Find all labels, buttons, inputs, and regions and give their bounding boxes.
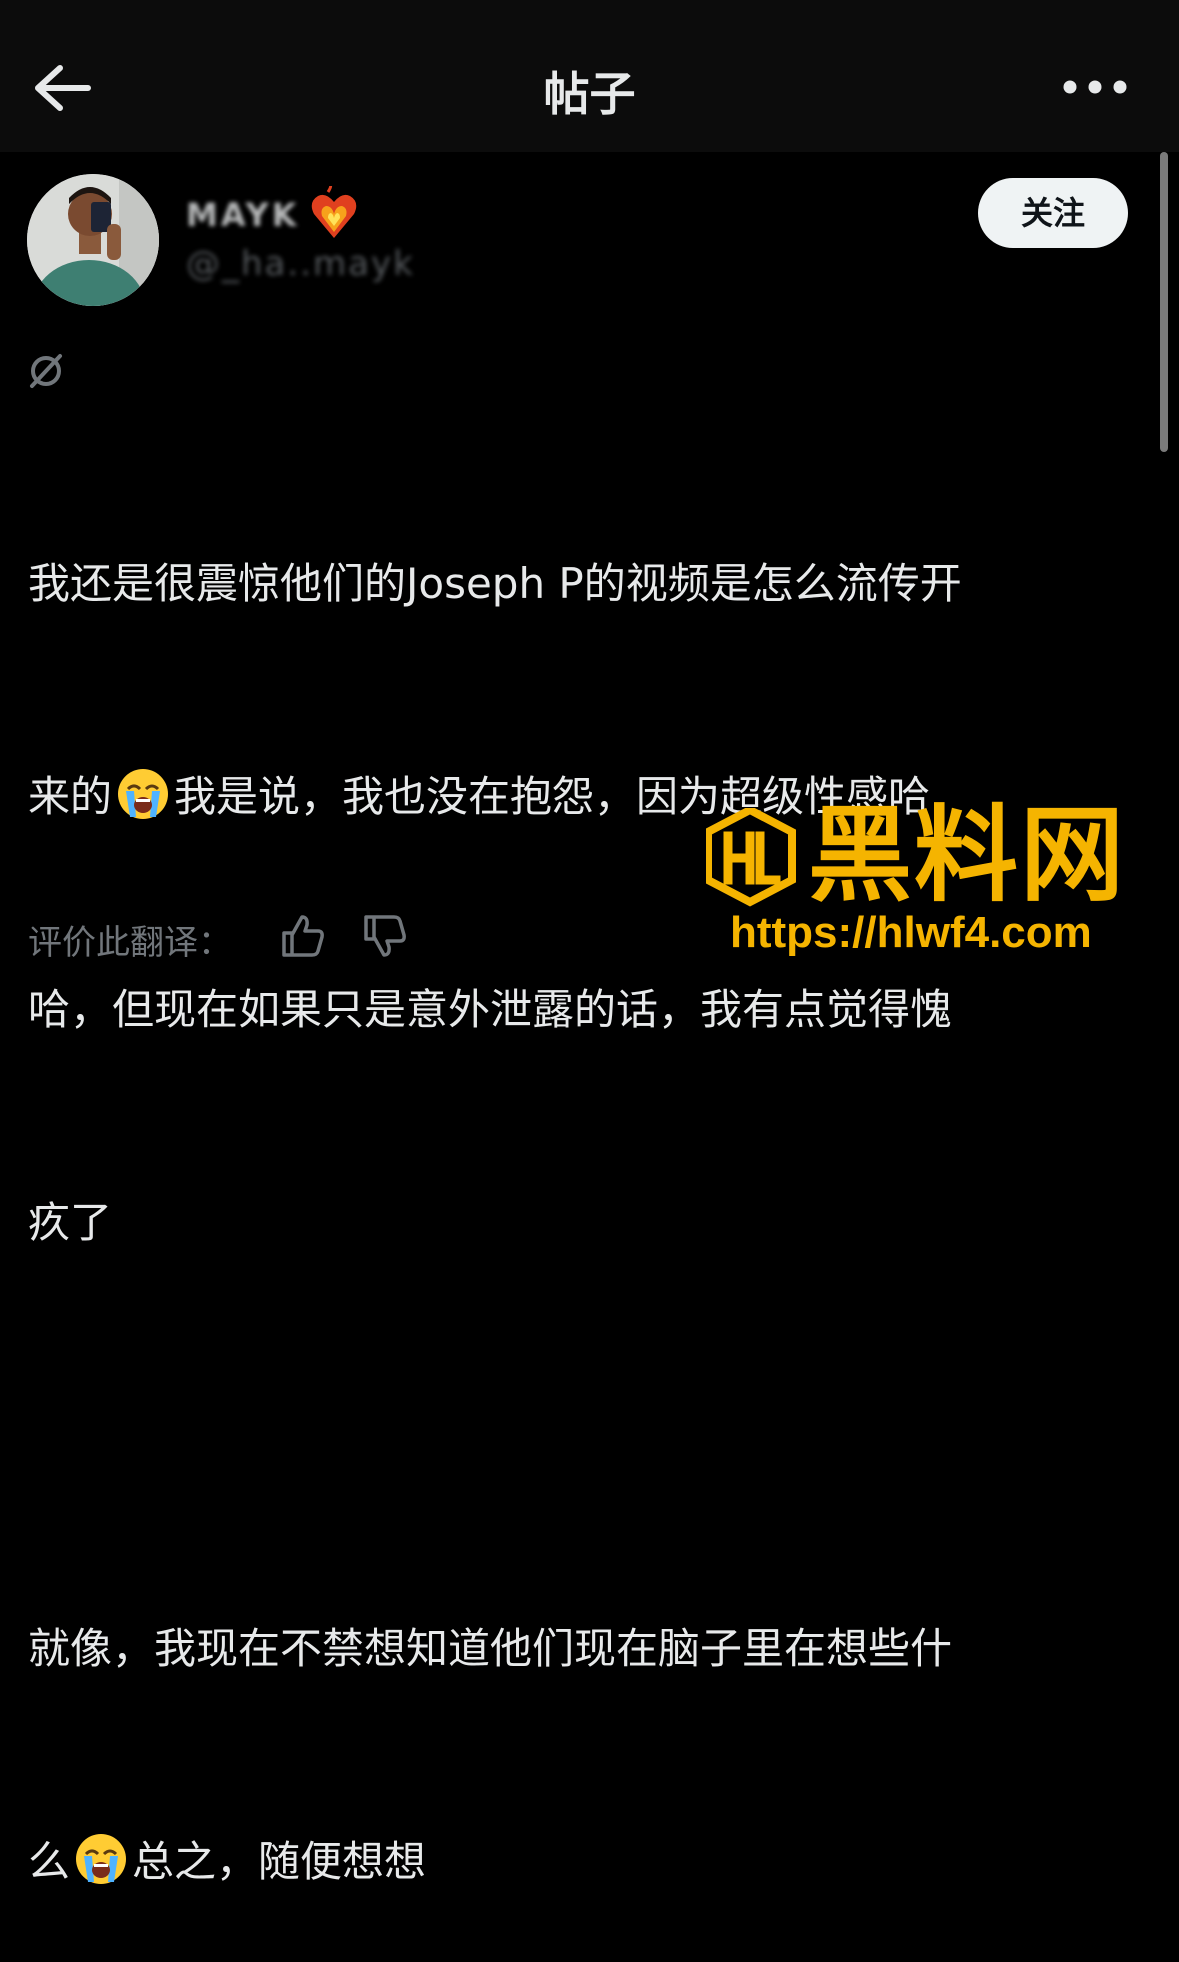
watermark-domain: https://hlwf4.com	[730, 908, 1092, 957]
post-line: 就像，我现在不禁想知道他们现在脑子里在想些什	[28, 1624, 953, 1673]
display-name[interactable]: MAYK	[186, 196, 300, 234]
page-title: 帖子	[543, 67, 636, 121]
post-line: 么 总之，随便想想	[28, 1826, 1158, 1897]
post-line: 疚了	[28, 1198, 113, 1247]
fire-heart-emoji	[311, 186, 357, 238]
post-line-blank	[28, 1400, 1158, 1471]
loudly-crying-face-emoji	[118, 769, 169, 819]
post-line-segment: 来的	[28, 772, 113, 821]
thumbs-up-icon[interactable]	[280, 913, 326, 959]
follow-button[interactable]: 关注	[978, 178, 1128, 248]
post-line-segment: 么	[28, 1837, 71, 1886]
avatar-photo	[27, 174, 159, 306]
loudly-crying-face-emoji	[76, 1834, 127, 1884]
more-horizontal-icon[interactable]	[1062, 74, 1128, 100]
handle[interactable]: @_ha..mayk	[186, 244, 415, 284]
scrollbar[interactable]	[1160, 152, 1168, 452]
rate-translation-label: 评价此翻译：	[28, 923, 232, 963]
top-bar: 帖子	[0, 0, 1179, 152]
post-text: 我还是很震惊他们的Joseph P的视频是怎么流传开 来的 我是说，我也没在抱怨…	[28, 406, 1158, 1962]
thumbs-down-icon[interactable]	[362, 913, 408, 959]
post-line-segment: 总之，随便想想	[132, 1837, 427, 1886]
watermark-title: 黑料网	[808, 794, 1127, 916]
post-line: 我还是很震惊他们的Joseph P的视频是怎么流传开	[28, 559, 962, 608]
post-line: 哈，但现在如果只是意外泄露的话，我有点觉得愧	[28, 985, 953, 1034]
avatar[interactable]	[27, 174, 159, 306]
translate-icon	[30, 354, 62, 388]
